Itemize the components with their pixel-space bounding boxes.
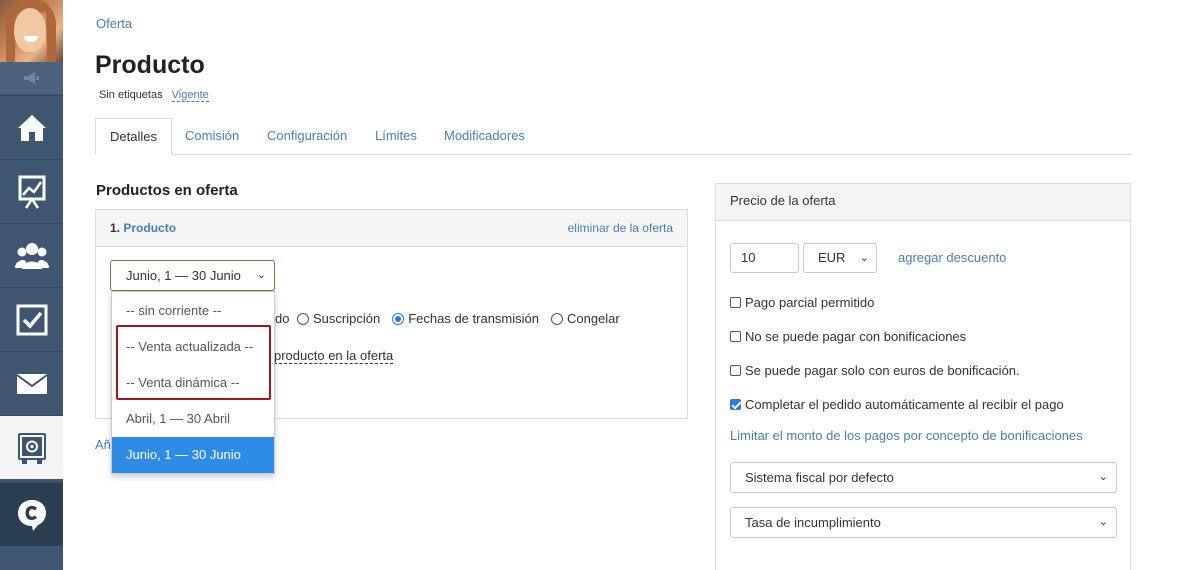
price-input[interactable]: 10 — [730, 243, 799, 273]
tab-modifiers[interactable]: Modificadores — [444, 118, 525, 155]
radio-broadcast-dates[interactable] — [392, 312, 405, 325]
add-more-link[interactable]: Añ — [95, 437, 111, 452]
tax-system-value: Sistema fiscal por defecto — [745, 470, 894, 485]
radio-broadcast-dates-label[interactable]: Fechas de transmisión — [408, 311, 539, 326]
mail-icon — [15, 373, 48, 394]
page-title: Producto — [95, 51, 205, 79]
currency-value: EUR — [818, 250, 846, 265]
tasks-icon — [16, 304, 47, 335]
product-number: 1. — [110, 221, 121, 235]
price-panel-title: Precio de la oferta — [716, 184, 1130, 221]
sidebar — [0, 0, 63, 570]
sidebar-item-mail[interactable] — [0, 351, 63, 415]
sidebar-item-safe[interactable] — [0, 415, 63, 479]
checkbox-row[interactable]: Pago parcial permitido — [730, 295, 874, 310]
tab-bar: Detalles Comisión Configuración Límites … — [95, 118, 1131, 155]
checkbox-row[interactable]: Completar el pedido automáticamente al r… — [730, 397, 1064, 412]
radio-subscription-label[interactable]: Suscripción — [313, 311, 380, 326]
period-option-selected[interactable]: Junio, 1 — 30 Junio — [112, 437, 274, 473]
product-type-radio-group: Suscripción Fechas de transmisión Congel… — [297, 311, 632, 326]
product-card-header: 1. Producto eliminar de la oferta — [96, 210, 687, 247]
safe-icon — [17, 432, 46, 464]
megaphone-icon — [23, 72, 39, 84]
checkbox-row[interactable]: Se puede pagar solo con euros de bonific… — [730, 363, 1020, 378]
tags-row: Sin etiquetas Vigente — [99, 89, 209, 102]
no-bonus-checkbox[interactable] — [730, 331, 741, 342]
remove-from-offer-link[interactable]: eliminar de la oferta — [568, 221, 673, 235]
checkbox-label[interactable]: Pago parcial permitido — [745, 295, 874, 310]
avatar-face — [14, 8, 46, 52]
radio-freeze-label[interactable]: Congelar — [567, 311, 620, 326]
chat-icon — [17, 499, 46, 531]
tab-details[interactable]: Detalles — [95, 118, 172, 155]
product-name-link[interactable]: Producto — [123, 221, 176, 235]
checkbox-row[interactable]: No se puede pagar con bonificaciones — [730, 329, 966, 344]
highlight-box — [116, 325, 271, 400]
status-badge[interactable]: Vigente — [171, 89, 209, 102]
radio-freeze[interactable] — [550, 312, 563, 325]
period-select-value: Junio, 1 — 30 Junio — [126, 268, 241, 283]
chart-icon — [18, 175, 45, 209]
checkbox-label[interactable]: Se puede pagar solo con euros de bonific… — [745, 363, 1020, 378]
breadcrumb[interactable]: Oferta — [96, 16, 132, 31]
announcement-bar[interactable] — [0, 62, 63, 94]
checkbox-label[interactable]: Completar el pedido automáticamente al r… — [745, 397, 1064, 412]
sidebar-item-home[interactable] — [0, 95, 63, 159]
period-option[interactable]: -- sin corriente -- — [112, 293, 274, 329]
chevron-down-icon: ⌄ — [1098, 471, 1108, 483]
tax-system-select[interactable]: Sistema fiscal por defecto ⌄ — [730, 462, 1117, 493]
no-tags-label[interactable]: Sin etiquetas — [99, 89, 163, 101]
radio-subscription[interactable] — [297, 312, 309, 325]
sidebar-item-users[interactable] — [0, 223, 63, 287]
chevron-down-icon: ⌄ — [1098, 516, 1108, 528]
currency-select[interactable]: EUR ⌄ — [803, 243, 877, 273]
products-section-title: Productos en oferta — [96, 182, 238, 199]
partial-payment-checkbox[interactable] — [730, 297, 741, 308]
checkbox-label[interactable]: No se puede pagar con bonificaciones — [745, 329, 966, 344]
avatar[interactable] — [0, 0, 63, 62]
chevron-down-icon: ⌄ — [859, 252, 869, 264]
home-icon — [17, 114, 46, 141]
add-product-link[interactable]: producto en la oferta — [274, 348, 394, 364]
product-item: 1. Producto — [110, 221, 176, 235]
auto-complete-checkbox[interactable] — [730, 399, 741, 410]
tab-limits[interactable]: Límites — [375, 118, 417, 155]
sidebar-item-stats[interactable] — [0, 159, 63, 223]
chevron-down-icon: ⌄ — [256, 269, 266, 281]
tab-commission[interactable]: Comisión — [185, 118, 239, 155]
radio-label-partial: do — [275, 311, 290, 326]
default-rate-value: Tasa de incumplimiento — [745, 515, 881, 530]
limit-bonus-link[interactable]: Limitar el monto de los pagos por concep… — [730, 428, 1083, 443]
period-select[interactable]: Junio, 1 — 30 Junio ⌄ — [110, 260, 275, 291]
bonus-only-checkbox[interactable] — [730, 365, 741, 376]
add-discount-link[interactable]: agregar descuento — [898, 250, 1006, 265]
users-icon — [14, 242, 49, 269]
default-rate-select[interactable]: Tasa de incumplimiento ⌄ — [730, 507, 1117, 538]
sidebar-item-tasks[interactable] — [0, 287, 63, 351]
sidebar-item-chat[interactable] — [0, 482, 63, 546]
tab-configuration[interactable]: Configuración — [267, 118, 347, 155]
period-option[interactable]: Abril, 1 — 30 Abril — [112, 401, 274, 437]
